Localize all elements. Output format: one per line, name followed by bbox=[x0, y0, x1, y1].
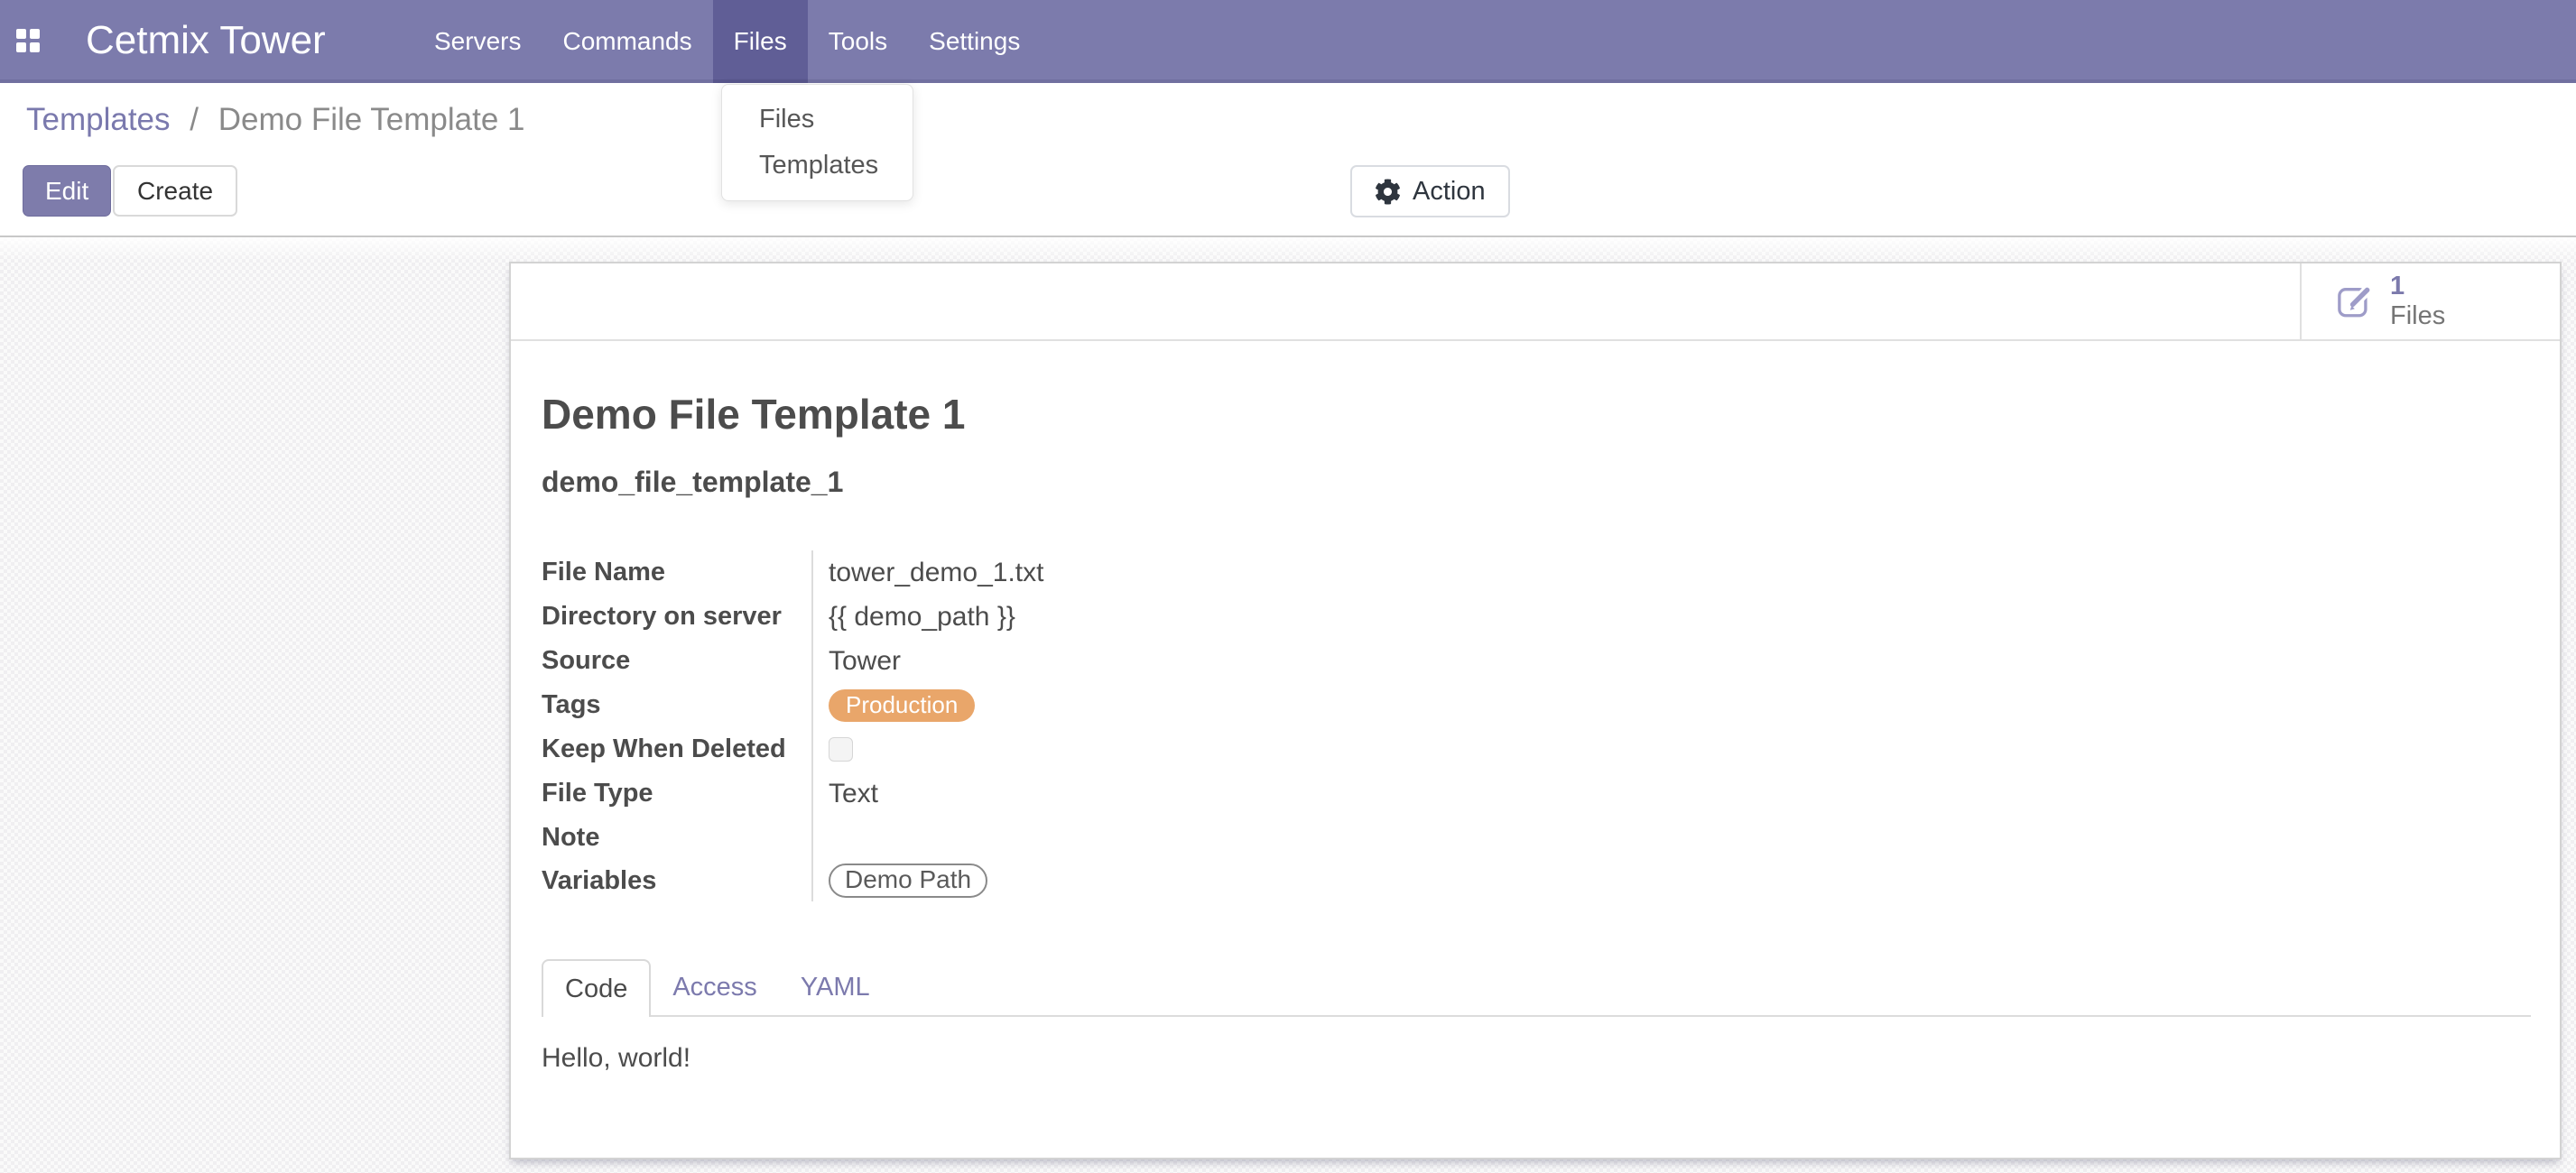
top-navbar: Cetmix Tower Servers Commands Files Tool… bbox=[0, 0, 2576, 83]
edit-button[interactable]: Edit bbox=[23, 165, 111, 217]
field-row-tags: Tags Production bbox=[542, 683, 1805, 727]
field-row-file-name: File Name tower_demo_1.txt bbox=[542, 550, 1805, 595]
tab-code[interactable]: Code bbox=[542, 959, 651, 1017]
field-row-variables: Variables Demo Path bbox=[542, 860, 1805, 901]
notebook-tabs: Code Access YAML bbox=[542, 957, 2531, 1017]
field-label: Tags bbox=[542, 690, 811, 720]
field-label: Keep When Deleted bbox=[542, 734, 811, 764]
action-button-label: Action bbox=[1413, 177, 1486, 207]
breadcrumb: Templates / Demo File Template 1 bbox=[26, 102, 525, 138]
pencil-square-icon bbox=[2336, 282, 2374, 320]
apps-grid-square bbox=[16, 42, 26, 52]
stat-count: 1 bbox=[2390, 272, 2445, 301]
dropdown-item-files[interactable]: Files bbox=[722, 97, 913, 143]
apps-grid-square bbox=[30, 42, 40, 52]
code-tab-content: Hello, world! bbox=[542, 1043, 690, 1074]
field-label: Note bbox=[542, 823, 811, 853]
apps-grid-square bbox=[30, 29, 40, 39]
breadcrumb-current: Demo File Template 1 bbox=[218, 102, 525, 137]
stat-label: Files bbox=[2390, 301, 2445, 331]
field-value: Tower bbox=[811, 639, 1805, 683]
field-row-source: Source Tower bbox=[542, 639, 1805, 683]
field-value: Text bbox=[811, 771, 1805, 816]
sheet-header-row: 1 Files bbox=[511, 263, 2560, 341]
apps-grid-icon[interactable] bbox=[16, 29, 41, 53]
field-label: Source bbox=[542, 646, 811, 676]
field-value bbox=[811, 816, 1805, 860]
variable-chip-demo-path: Demo Path bbox=[829, 864, 987, 898]
field-row-note: Note bbox=[542, 816, 1805, 860]
field-row-file-type: File Type Text bbox=[542, 771, 1805, 816]
cetmix-tower-app: Cetmix Tower Servers Commands Files Tool… bbox=[0, 0, 2576, 1173]
gear-icon bbox=[1375, 179, 1401, 205]
field-value: tower_demo_1.txt bbox=[811, 550, 1805, 595]
create-button[interactable]: Create bbox=[113, 165, 237, 217]
field-value: Production bbox=[811, 683, 1805, 727]
field-label: Directory on server bbox=[542, 602, 811, 632]
control-panel: Templates / Demo File Template 1 Edit Cr… bbox=[0, 83, 2576, 237]
form-view-background: 1 Files Demo File Template 1 demo_file_t… bbox=[0, 237, 2576, 1173]
field-group: File Name tower_demo_1.txt Directory on … bbox=[542, 550, 1805, 901]
tag-badge-production: Production bbox=[829, 689, 975, 722]
record-reference: demo_file_template_1 bbox=[542, 466, 843, 499]
stat-button-text: 1 Files bbox=[2390, 272, 2445, 331]
menu-item-tools[interactable]: Tools bbox=[808, 0, 908, 83]
apps-grid-square bbox=[16, 29, 26, 39]
menu-item-commands[interactable]: Commands bbox=[542, 0, 712, 83]
breadcrumb-templates-link[interactable]: Templates bbox=[26, 102, 171, 137]
field-label: File Type bbox=[542, 779, 811, 808]
field-value bbox=[811, 727, 1805, 771]
field-value: {{ demo_path }} bbox=[811, 595, 1805, 639]
menu-item-settings[interactable]: Settings bbox=[908, 0, 1041, 83]
field-value: Demo Path bbox=[811, 860, 1805, 901]
dropdown-item-templates[interactable]: Templates bbox=[722, 143, 913, 189]
files-dropdown-menu: Files Templates bbox=[721, 84, 913, 201]
keep-when-deleted-checkbox[interactable] bbox=[829, 737, 853, 762]
field-label: File Name bbox=[542, 558, 811, 587]
breadcrumb-separator: / bbox=[190, 102, 199, 137]
record-title: Demo File Template 1 bbox=[542, 392, 966, 437]
menu-item-servers[interactable]: Servers bbox=[413, 0, 542, 83]
action-button[interactable]: Action bbox=[1350, 165, 1510, 217]
record-sheet: 1 Files Demo File Template 1 demo_file_t… bbox=[509, 262, 2562, 1159]
field-label: Variables bbox=[542, 866, 811, 896]
field-row-directory: Directory on server {{ demo_path }} bbox=[542, 595, 1805, 639]
files-stat-button[interactable]: 1 Files bbox=[2300, 263, 2560, 339]
field-row-keep-when-deleted: Keep When Deleted bbox=[542, 727, 1805, 771]
app-brand-title[interactable]: Cetmix Tower bbox=[86, 0, 326, 81]
main-menu: Servers Commands Files Tools Settings bbox=[413, 0, 1041, 83]
menu-item-files[interactable]: Files bbox=[713, 0, 808, 83]
tab-access[interactable]: Access bbox=[651, 959, 778, 1015]
tab-yaml[interactable]: YAML bbox=[779, 959, 892, 1015]
